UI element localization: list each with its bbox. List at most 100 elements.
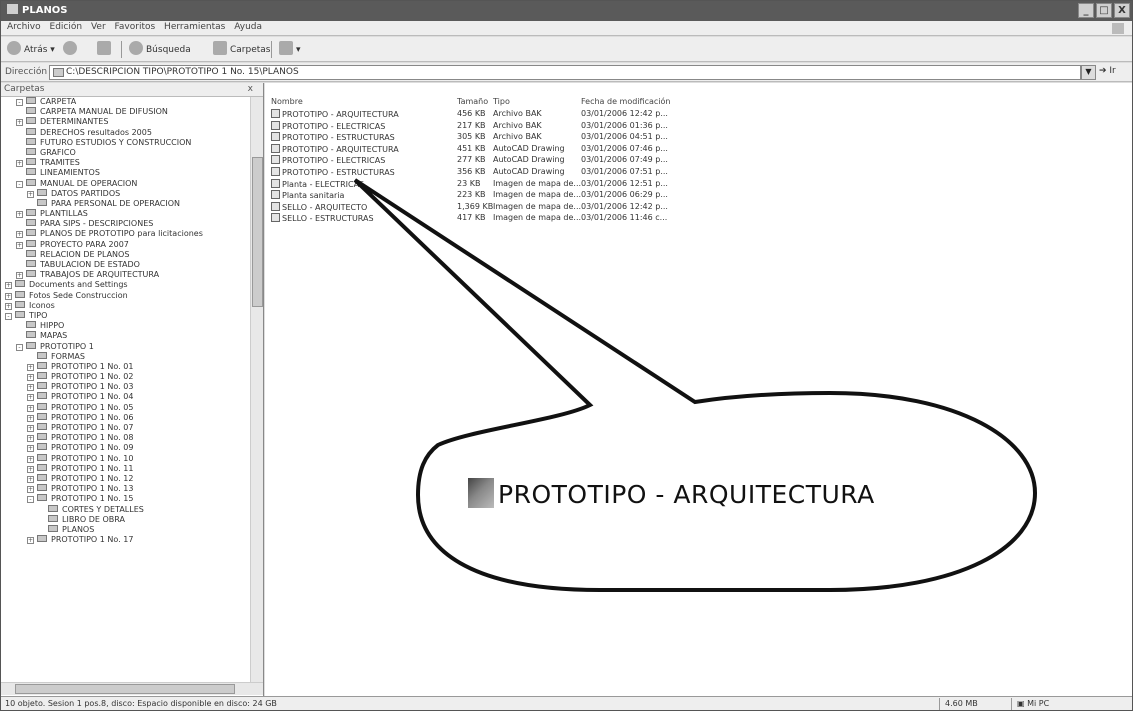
- file-row[interactable]: PROTOTIPO - ARQUITECTURA 456 KB Archivo BA…: [271, 109, 691, 119]
- tree-item[interactable]: + PROYECTO PARA 2007: [1, 239, 263, 250]
- collapse-icon[interactable]: -: [5, 312, 12, 320]
- tree-item[interactable]: + PROTOTIPO 1 No. 06: [1, 412, 263, 423]
- tree-item[interactable]: + PROTOTIPO 1 No. 12: [1, 473, 263, 484]
- close-folders-pane-button[interactable]: x: [248, 83, 253, 96]
- expand-icon[interactable]: +: [16, 119, 23, 127]
- tree-item[interactable]: + DATOS PARTIDOS: [1, 188, 263, 199]
- file-row[interactable]: Planta sanitaria 223 KB Imagen de mapa de.…: [271, 190, 691, 200]
- vertical-scrollbar[interactable]: [250, 97, 263, 682]
- tree-item[interactable]: + DETERMINANTES: [1, 117, 263, 127]
- expand-icon[interactable]: +: [16, 160, 23, 168]
- expand-icon[interactable]: +: [27, 445, 34, 453]
- up-folder-button[interactable]: [97, 41, 114, 58]
- file-row[interactable]: PROTOTIPO - ELECTRICAS 217 KB Archivo BAK 0…: [271, 120, 691, 131]
- expand-icon[interactable]: +: [16, 211, 23, 219]
- file-row[interactable]: PROTOTIPO - ESTRUCTURAS 356 KB AutoCAD Dra…: [271, 167, 691, 177]
- tree-item[interactable]: LIBRO DE OBRA: [1, 514, 263, 525]
- tree-item[interactable]: RELACION DE PLANOS: [1, 249, 263, 260]
- expand-icon[interactable]: +: [27, 537, 34, 545]
- column-header-size[interactable]: Tamaño: [457, 97, 488, 108]
- minimize-button[interactable]: _: [1078, 3, 1094, 18]
- menu-archivo[interactable]: Archivo: [7, 21, 41, 32]
- expand-icon[interactable]: +: [5, 302, 12, 310]
- expand-icon[interactable]: +: [27, 363, 34, 371]
- address-dropdown-button[interactable]: ▼: [1081, 65, 1096, 80]
- folders-button[interactable]: Carpetas: [213, 41, 270, 58]
- tree-item[interactable]: LINEAMIENTOS: [1, 168, 263, 178]
- tree-item[interactable]: + PLANOS DE PROTOTIPO para licitaciones: [1, 229, 263, 239]
- column-header-type[interactable]: Tipo: [493, 97, 510, 108]
- tree-item[interactable]: + PROTOTIPO 1 No. 09: [1, 443, 263, 453]
- tree-item[interactable]: - MANUAL DE OPERACION: [1, 178, 263, 189]
- file-row[interactable]: SELLO - ARQUITECTO 1,369 KB Imagen de mapa…: [271, 201, 691, 212]
- tree-item[interactable]: HIPPO: [1, 321, 263, 331]
- tree-item[interactable]: MAPAS: [1, 331, 263, 341]
- expand-icon[interactable]: +: [16, 272, 23, 280]
- tree-item[interactable]: + PROTOTIPO 1 No. 01: [1, 361, 263, 372]
- back-button[interactable]: Atrás ▾: [7, 41, 55, 58]
- tree-item[interactable]: + PROTOTIPO 1 No. 17: [1, 535, 263, 545]
- file-row[interactable]: PROTOTIPO - ARQUITECTURA 451 KB AutoCAD Dr…: [271, 143, 691, 154]
- scroll-thumb[interactable]: [252, 157, 263, 307]
- menu-ayuda[interactable]: Ayuda: [234, 21, 262, 32]
- tree-item[interactable]: CORTES Y DETALLES: [1, 504, 263, 515]
- expand-icon[interactable]: +: [27, 465, 34, 473]
- tree-item[interactable]: - TIPO: [1, 310, 263, 321]
- collapse-icon[interactable]: -: [16, 343, 23, 351]
- file-row[interactable]: PROTOTIPO - ELECTRICAS 277 KB AutoCAD Draw…: [271, 155, 691, 165]
- tree-item[interactable]: + PROTOTIPO 1 No. 02: [1, 372, 263, 382]
- tree-item[interactable]: + PROTOTIPO 1 No. 03: [1, 382, 263, 392]
- forward-button[interactable]: [63, 41, 80, 58]
- tree-item[interactable]: DERECHOS resultados 2005: [1, 127, 263, 138]
- column-header-name[interactable]: Nombre: [271, 97, 303, 108]
- tree-item[interactable]: PLANOS: [1, 524, 263, 535]
- tree-item[interactable]: + PROTOTIPO 1 No. 07: [1, 423, 263, 433]
- menu-herramientas[interactable]: Herramientas: [164, 21, 225, 32]
- collapse-icon[interactable]: -: [16, 180, 23, 188]
- tree-item[interactable]: GRAFICO: [1, 147, 263, 158]
- expand-icon[interactable]: +: [27, 384, 34, 392]
- file-row[interactable]: SELLO - ESTRUCTURAS 417 KB Imagen de mapa …: [271, 213, 691, 223]
- go-button[interactable]: ➔ Ir: [1099, 66, 1116, 76]
- tree-item[interactable]: + TRABAJOS DE ARQUITECTURA: [1, 270, 263, 280]
- tree-item[interactable]: TABULACION DE ESTADO: [1, 260, 263, 270]
- expand-icon[interactable]: +: [5, 282, 12, 290]
- file-row[interactable]: PROTOTIPO - ESTRUCTURAS 305 KB Archivo BAK…: [271, 132, 691, 142]
- title-bar[interactable]: PLANOS _ □ X: [1, 1, 1132, 21]
- tree-item[interactable]: + TRAMITES: [1, 158, 263, 168]
- tree-item[interactable]: + PROTOTIPO 1 No. 04: [1, 392, 263, 402]
- menu-edicion[interactable]: Edición: [50, 21, 83, 32]
- scroll-thumb[interactable]: [15, 684, 235, 694]
- expand-icon[interactable]: +: [27, 435, 34, 443]
- expand-icon[interactable]: +: [27, 374, 34, 382]
- tree-item[interactable]: PARA PERSONAL DE OPERACION: [1, 198, 263, 209]
- tree-item[interactable]: + PROTOTIPO 1 No. 10: [1, 453, 263, 464]
- expand-icon[interactable]: +: [27, 190, 34, 198]
- address-input[interactable]: C:\DESCRIPCION TIPO\PROTOTIPO 1 No. 15\P…: [49, 65, 1081, 80]
- tree-item[interactable]: - CARPETA: [1, 97, 263, 107]
- tree-item[interactable]: + Fotos Sede Construccion: [1, 290, 263, 301]
- tree-item[interactable]: + Iconos: [1, 300, 263, 311]
- expand-icon[interactable]: +: [5, 292, 12, 300]
- horizontal-scrollbar[interactable]: [1, 682, 263, 695]
- views-button[interactable]: ▾: [279, 41, 301, 58]
- menu-ver[interactable]: Ver: [91, 21, 106, 32]
- tree-item[interactable]: + PLANTILLAS: [1, 209, 263, 219]
- expand-icon[interactable]: +: [27, 486, 34, 494]
- search-button[interactable]: Búsqueda: [129, 41, 191, 58]
- tree-item[interactable]: - PROTOTIPO 1: [1, 341, 263, 352]
- collapse-icon[interactable]: -: [27, 496, 34, 504]
- menu-favoritos[interactable]: Favoritos: [115, 21, 156, 32]
- tree-item[interactable]: FORMAS: [1, 351, 263, 362]
- tree-item[interactable]: CARPETA MANUAL DE DIFUSION: [1, 107, 263, 117]
- tree-item[interactable]: + Documents and Settings: [1, 280, 263, 290]
- tree-item[interactable]: FUTURO ESTUDIOS Y CONSTRUCCION: [1, 137, 263, 148]
- expand-icon[interactable]: +: [27, 404, 34, 412]
- expand-icon[interactable]: +: [27, 414, 34, 422]
- expand-icon[interactable]: +: [16, 241, 23, 249]
- tree-item[interactable]: PARA SIPS - DESCRIPCIONES: [1, 219, 263, 229]
- tree-item[interactable]: + PROTOTIPO 1 No. 05: [1, 402, 263, 413]
- expand-icon[interactable]: +: [16, 231, 23, 239]
- file-row[interactable]: Planta - ELECTRICAS 23 KB Imagen de mapa d…: [271, 178, 691, 189]
- expand-icon[interactable]: +: [27, 394, 34, 402]
